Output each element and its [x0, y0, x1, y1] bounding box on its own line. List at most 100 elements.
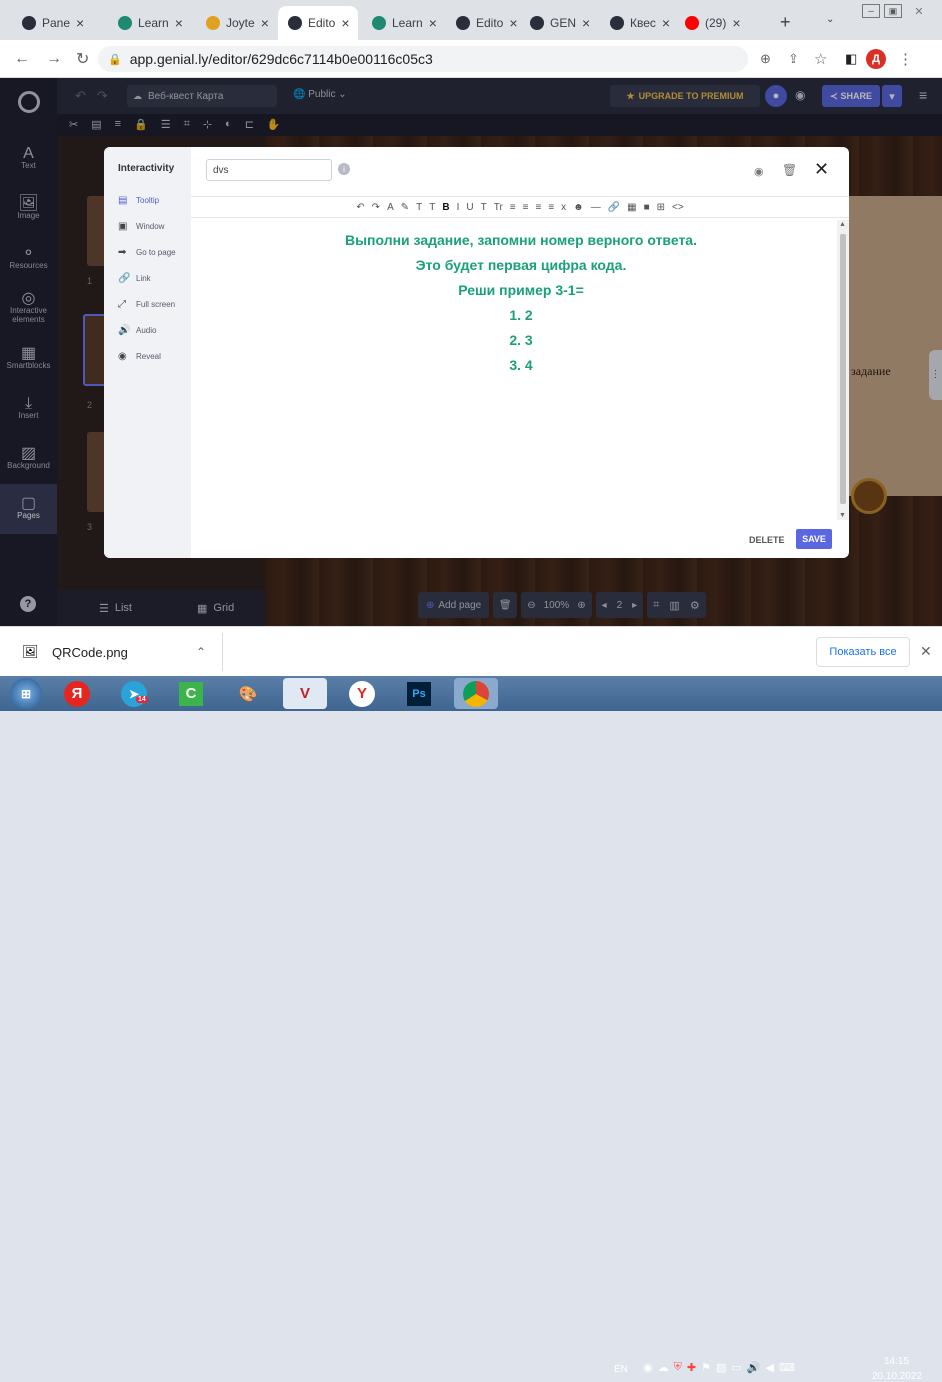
interaction-type-reveal[interactable]: ◉ Reveal — [104, 343, 191, 369]
browser-tab[interactable]: Learn × — [108, 6, 188, 40]
editor-scrollbar[interactable]: ▲ ▼ — [837, 220, 849, 520]
trash-icon[interactable]: 🗑 — [782, 163, 797, 177]
content-line[interactable]: Реши пример 3-1= — [193, 278, 849, 303]
browser-menu-icon[interactable]: ⋮ — [898, 50, 913, 68]
back-icon[interactable]: ← — [14, 50, 30, 68]
content-line[interactable]: Это будет первая цифра кода. — [193, 253, 849, 278]
tab-close-icon[interactable]: × — [429, 15, 437, 31]
tray-antivirus-icon[interactable]: ✚ — [687, 1361, 696, 1374]
browser-tab[interactable]: Learn × — [362, 6, 442, 40]
format-tool-icon[interactable]: ≡ — [510, 202, 516, 213]
name-input[interactable]: dvs — [206, 159, 332, 181]
format-tool-icon[interactable]: T — [429, 202, 435, 213]
format-tool-icon[interactable]: B — [442, 202, 449, 213]
side-panel-icon[interactable]: ◧ — [845, 51, 857, 67]
tab-search-icon[interactable]: ⌄ — [826, 14, 834, 25]
telegram-icon[interactable]: ➤ 14 — [112, 678, 156, 709]
paint-icon[interactable]: 🎨 — [226, 678, 270, 709]
tab-close-icon[interactable]: × — [509, 15, 517, 31]
browser-tab[interactable]: Edito × — [278, 6, 358, 40]
browser-tab[interactable]: Edito × — [446, 6, 518, 40]
browser-tab[interactable]: Joyte × — [196, 6, 276, 40]
profile-avatar[interactable]: Д — [866, 49, 886, 69]
info-icon[interactable]: i — [338, 163, 350, 175]
format-tool-icon[interactable]: 🔗 — [608, 202, 620, 213]
close-window-icon[interactable]: ✕ — [908, 4, 930, 18]
vk-icon[interactable]: V — [283, 678, 327, 709]
clock-date[interactable]: 20.10.2022 — [872, 1371, 922, 1382]
format-tool-icon[interactable]: T — [416, 202, 422, 213]
tab-close-icon[interactable]: × — [341, 15, 349, 31]
format-tool-icon[interactable]: ↷ — [372, 202, 380, 213]
camtasia-icon[interactable]: C — [169, 678, 213, 709]
preview-eye-icon[interactable]: ◉ — [754, 165, 764, 178]
tray-app-icon[interactable]: ◉ — [643, 1361, 653, 1374]
close-download-bar-icon[interactable]: ✕ — [920, 643, 932, 660]
format-tool-icon[interactable]: T — [481, 202, 487, 213]
tray-volume-icon[interactable]: 🔊 — [747, 1361, 761, 1374]
chrome-icon[interactable] — [454, 678, 498, 709]
new-tab-button[interactable]: + — [780, 12, 791, 33]
yandex-icon[interactable]: Y — [340, 678, 384, 709]
tray-battery-icon[interactable]: ▭ — [731, 1361, 741, 1374]
share-page-icon[interactable]: ⇪ — [788, 51, 799, 67]
download-filename[interactable]: QRCode.png — [52, 645, 128, 660]
language-indicator[interactable]: EN — [614, 1364, 628, 1375]
interaction-type-audio[interactable]: 🔊 Audio — [104, 317, 191, 343]
format-tool-icon[interactable]: A — [387, 202, 394, 213]
format-tool-icon[interactable]: <> — [672, 202, 684, 213]
start-button[interactable]: ⊞ — [10, 678, 42, 709]
content-line[interactable]: 3. 4 — [193, 353, 849, 378]
content-line[interactable]: Выполни задание, запомни номер верного о… — [193, 228, 849, 253]
download-chevron-icon[interactable]: ⌃ — [196, 645, 206, 659]
tooltip-content-editor[interactable]: Выполни задание, запомни номер верного о… — [193, 220, 849, 520]
format-tool-icon[interactable]: x — [561, 202, 566, 213]
maximize-window-icon[interactable]: ▣ — [884, 4, 902, 18]
format-tool-icon[interactable]: ■ — [644, 202, 650, 213]
format-tool-icon[interactable]: ✎ — [401, 202, 409, 213]
browser-tab[interactable]: Квес × — [600, 6, 670, 40]
bookmark-star-icon[interactable]: ☆ — [814, 50, 827, 68]
tab-close-icon[interactable]: × — [76, 15, 84, 31]
browser-tab[interactable]: (29) × — [675, 6, 743, 40]
reload-icon[interactable]: ↻ — [76, 49, 89, 69]
yandex-browser-icon[interactable]: Я — [55, 678, 99, 709]
interaction-type-tooltip[interactable]: ▤ Tooltip — [104, 187, 191, 213]
save-button[interactable]: SAVE — [796, 529, 832, 549]
tab-close-icon[interactable]: × — [175, 15, 183, 31]
interaction-type-window[interactable]: ▣ Window — [104, 213, 191, 239]
format-tool-icon[interactable]: ↶ — [356, 202, 364, 213]
format-tool-icon[interactable]: U — [466, 202, 473, 213]
delete-button[interactable]: DELETE — [749, 535, 785, 545]
show-all-button[interactable]: Показать все — [816, 637, 910, 667]
format-tool-icon[interactable]: ☻ — [573, 202, 584, 213]
tab-close-icon[interactable]: × — [582, 15, 590, 31]
content-line[interactable]: 1. 2 — [193, 303, 849, 328]
content-line[interactable]: 2. 3 — [193, 328, 849, 353]
close-icon[interactable]: ✕ — [814, 159, 829, 180]
minimize-window-icon[interactable]: – — [862, 4, 880, 18]
format-tool-icon[interactable]: I — [457, 202, 460, 213]
tray-flag-icon[interactable]: ⚑ — [701, 1361, 711, 1374]
format-tool-icon[interactable]: ≡ — [523, 202, 529, 213]
tray-shield-icon[interactable]: ⛨ — [674, 1361, 682, 1374]
tab-close-icon[interactable]: × — [662, 15, 670, 31]
format-tool-icon[interactable]: ⊞ — [657, 202, 665, 213]
tray-keyboard-icon[interactable]: ⌨ — [779, 1361, 795, 1374]
format-tool-icon[interactable]: ≡ — [535, 202, 541, 213]
tray-cloud-icon[interactable]: ☁ — [658, 1361, 669, 1374]
format-tool-icon[interactable]: — — [591, 202, 601, 213]
tray-network-icon[interactable]: ▧ — [716, 1361, 726, 1374]
interaction-type-go-to-page[interactable]: ➡ Go to page — [104, 239, 191, 265]
tray-sound-icon[interactable]: ◀ — [765, 1361, 773, 1374]
interaction-type-full-screen[interactable]: ⤢ Full screen — [104, 291, 191, 317]
tab-close-icon[interactable]: × — [261, 15, 269, 31]
photoshop-icon[interactable]: Ps — [397, 678, 441, 709]
browser-tab[interactable]: Pane × — [12, 6, 100, 40]
forward-icon[interactable]: → — [46, 50, 62, 68]
url-field[interactable]: 🔒 app.genial.ly/editor/629dc6c7114b0e001… — [98, 46, 748, 72]
format-tool-icon[interactable]: ≡ — [548, 202, 554, 213]
tab-close-icon[interactable]: × — [732, 15, 740, 31]
browser-tab[interactable]: GEN × — [520, 6, 596, 40]
interaction-type-link[interactable]: 🔗 Link — [104, 265, 191, 291]
